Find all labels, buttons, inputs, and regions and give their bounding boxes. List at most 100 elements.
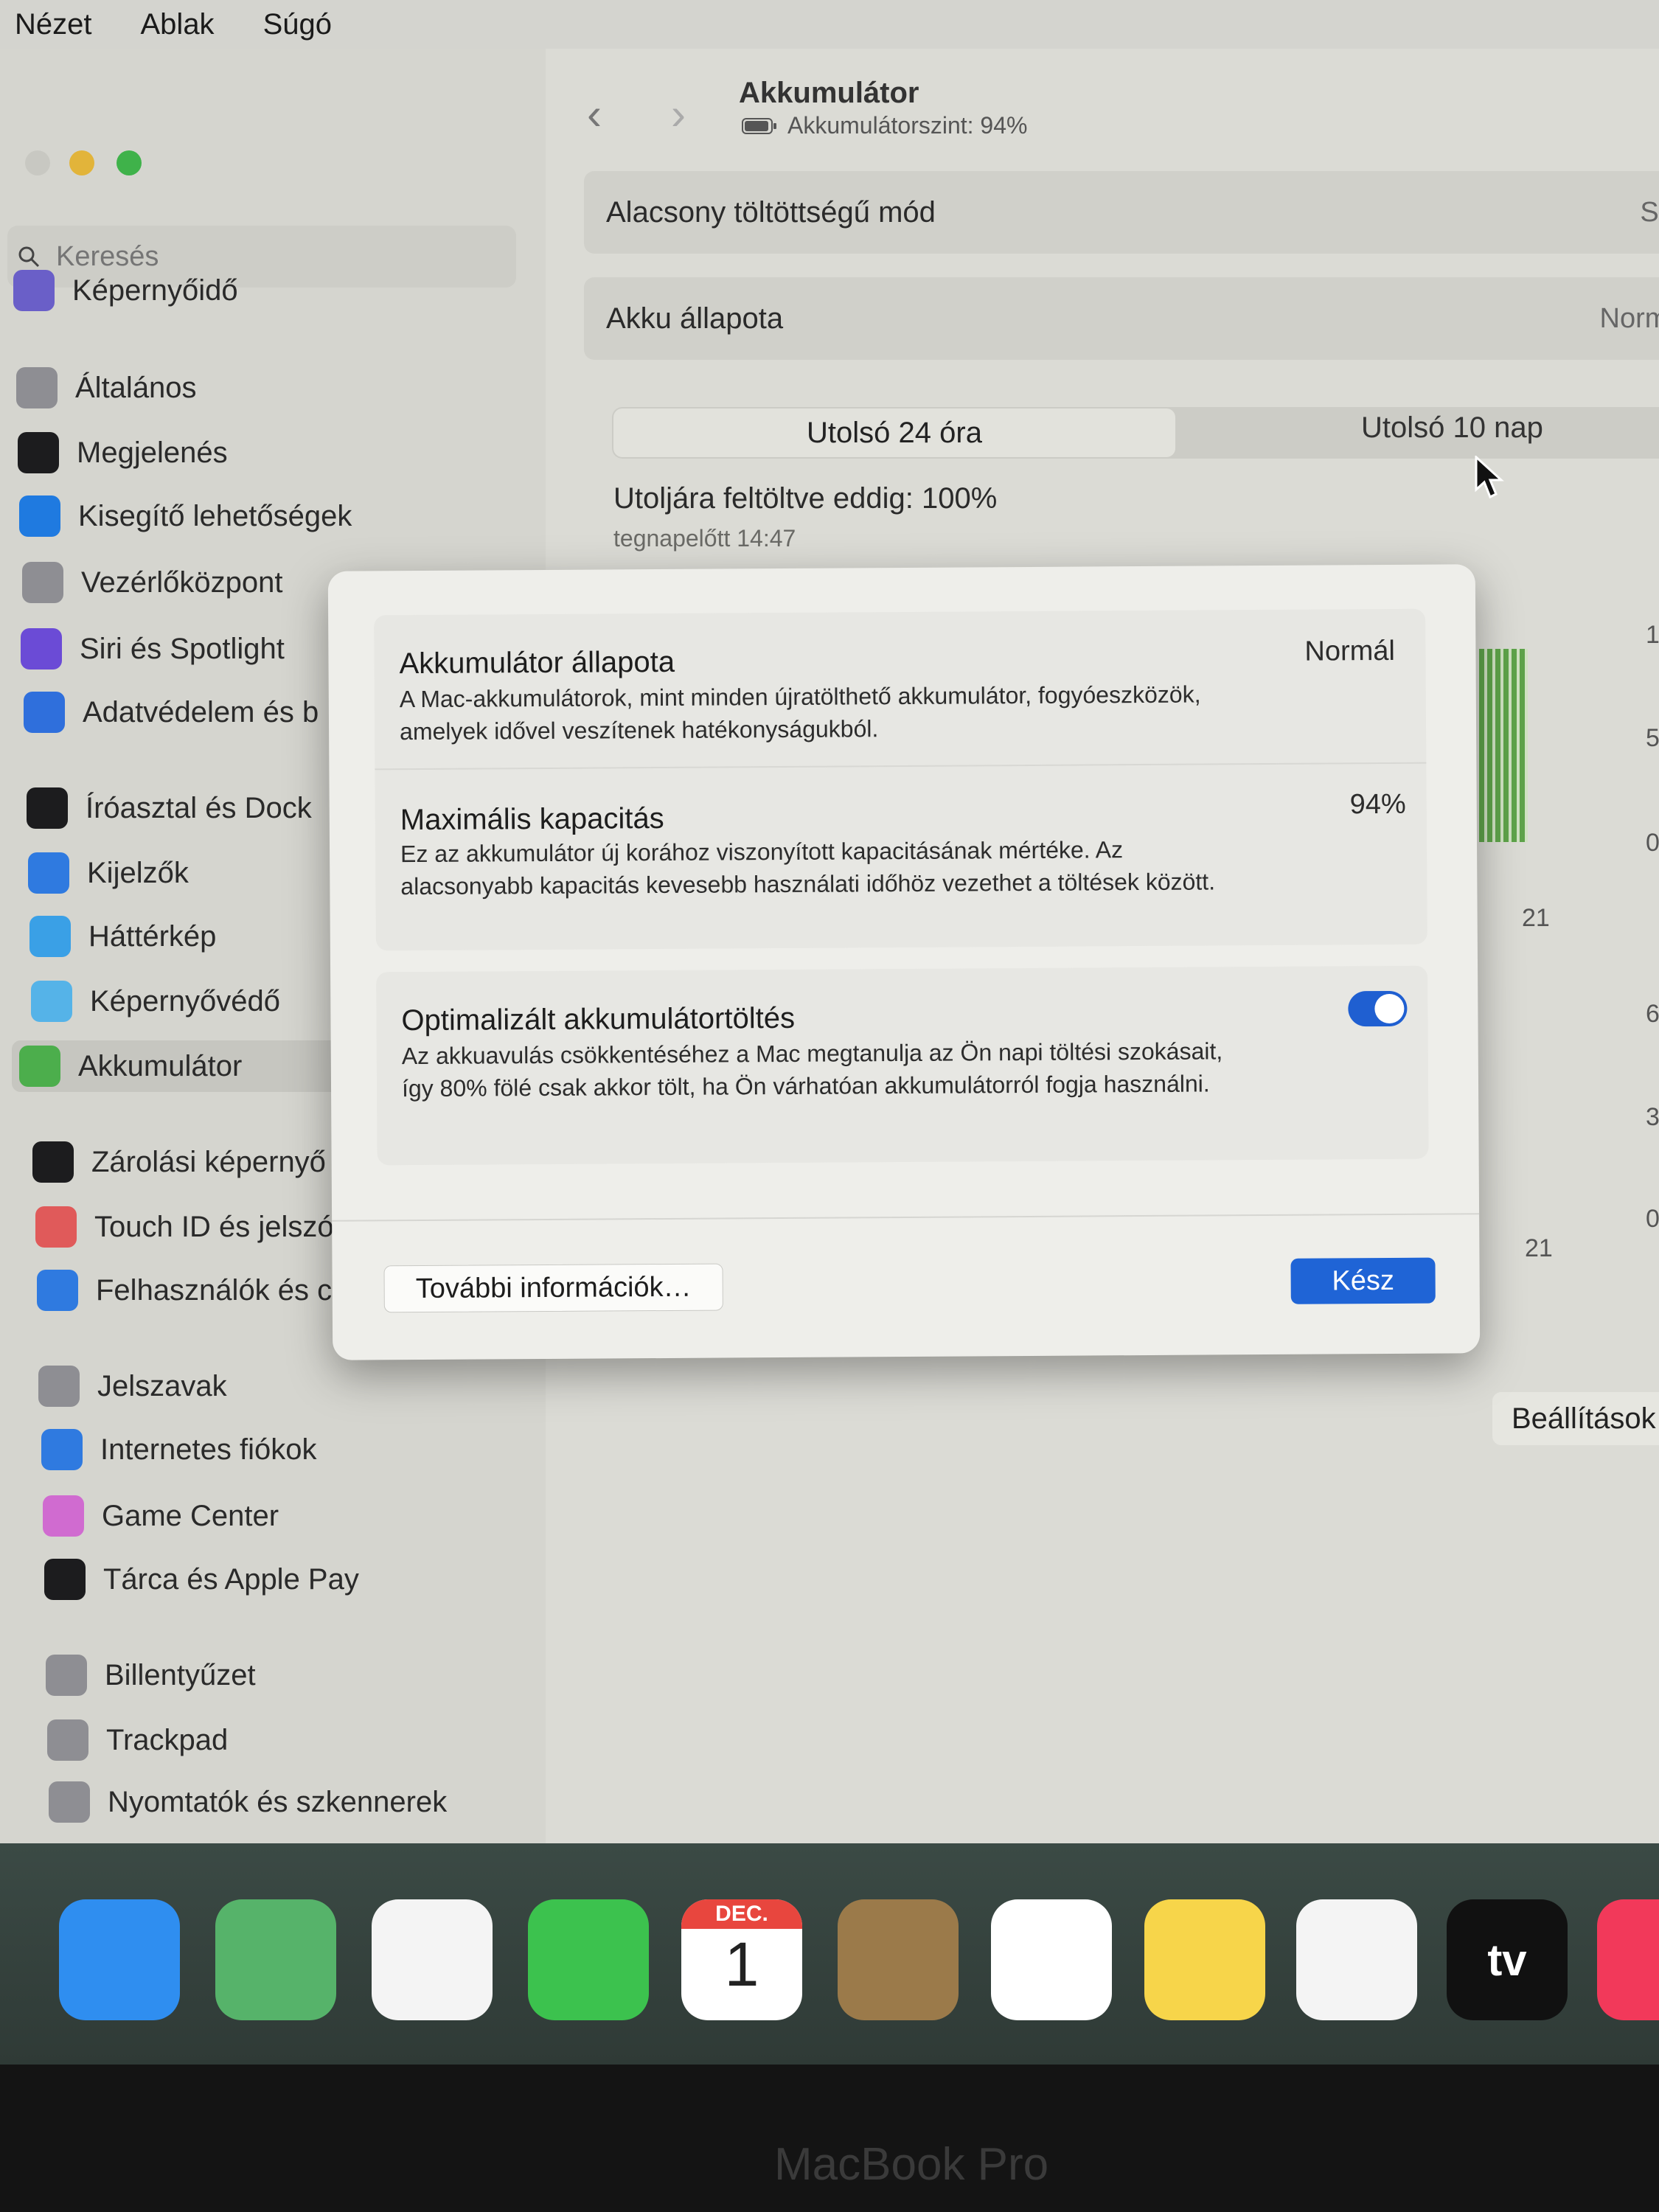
sidebar-item-screensaver[interactable]: Képernyővédő — [31, 975, 280, 1027]
sidebar-item-label: Általános — [75, 371, 197, 404]
close-button[interactable] — [25, 150, 50, 175]
sidebar-item-label: Háttérkép — [88, 919, 217, 953]
sidebar-item-label: Adatvédelem és b — [83, 695, 319, 728]
at-icon — [41, 1429, 83, 1470]
reminders-icon[interactable] — [991, 1899, 1112, 2020]
sidebar-item-key[interactable]: Jelszavak — [38, 1360, 227, 1412]
notes-icon[interactable] — [1144, 1899, 1265, 2020]
calendar-day: 1 — [724, 1930, 759, 1999]
sidebar-item-fingerprint[interactable]: Touch ID és jelszó — [35, 1201, 334, 1253]
freeform-icon[interactable] — [1296, 1899, 1417, 2020]
sidebar-item-trackpad[interactable]: Trackpad — [47, 1714, 228, 1766]
chart-axis-label: 3 — [1646, 1103, 1659, 1131]
sidebar-item-label: Touch ID és jelszó — [94, 1210, 334, 1243]
sidebar-item-hourglass[interactable]: Képernyőidő — [13, 265, 238, 316]
tab-last-24-hours[interactable]: Utolsó 24 óra — [613, 408, 1175, 457]
chart-axis-label: 21 — [1522, 904, 1550, 932]
sidebar-item-label: Akkumulátor — [78, 1049, 243, 1082]
sidebar-item-label: Nyomtatók és szkennerek — [108, 1785, 448, 1818]
facetime-icon[interactable] — [528, 1899, 649, 2020]
tv-icon[interactable]: tv — [1447, 1899, 1568, 2020]
page-title: Akkumulátor — [739, 77, 919, 109]
sidebar-item-at[interactable]: Internetes fiókok — [41, 1424, 317, 1475]
chart-axis-label: 21 — [1525, 1234, 1553, 1262]
settings-button[interactable]: Beállítások — [1492, 1392, 1659, 1445]
maps-icon[interactable] — [215, 1899, 336, 2020]
sidebar-item-label: Siri és Spotlight — [80, 632, 285, 665]
optimized-charging-description: Az akkuavulás csökkentéséhez a Mac megta… — [401, 1037, 1223, 1102]
fingerprint-icon — [35, 1206, 77, 1248]
sidebar-item-keyboard[interactable]: Billentyűzet — [46, 1649, 256, 1701]
sidebar-item-accessibility[interactable]: Kisegítő lehetőségek — [19, 490, 352, 542]
sidebar-item-label: Trackpad — [106, 1723, 229, 1756]
sidebar-item-gear[interactable]: Általános — [16, 362, 197, 414]
more-info-button[interactable]: További információk… — [383, 1263, 723, 1313]
sidebar-item-label: Kisegítő lehetőségek — [78, 499, 352, 532]
printer-icon — [49, 1781, 90, 1823]
last-charged-text: Utoljára feltöltve eddig: 100% — [613, 482, 998, 515]
battery-health-label: Akku állapota — [606, 302, 784, 335]
accessibility-icon — [19, 495, 60, 537]
chart-axis-label: 6 — [1646, 1000, 1659, 1028]
sidebar-item-control-center[interactable]: Vezérlőközpont — [22, 557, 283, 608]
hourglass-icon — [13, 270, 55, 311]
sidebar-item-label: Megjelenés — [77, 436, 228, 469]
keyboard-icon — [46, 1655, 87, 1696]
menu-view[interactable]: Nézet — [15, 8, 92, 41]
sidebar-item-siri[interactable]: Siri és Spotlight — [21, 623, 285, 675]
sidebar-item-label: Képernyőidő — [72, 274, 238, 307]
low-power-mode-row[interactable]: Alacsony töltöttségű mód Soh — [584, 171, 1659, 254]
contacts-icon[interactable] — [838, 1899, 959, 2020]
mouse-pointer-icon — [1475, 456, 1504, 499]
menu-help[interactable]: Súgó — [263, 8, 332, 41]
sidebar-item-label: Jelszavak — [97, 1369, 227, 1402]
sidebar-item-label: Billentyűzet — [105, 1658, 256, 1691]
users-icon — [37, 1270, 78, 1311]
calendar-month: DEC. — [681, 1899, 802, 1929]
calendar-icon[interactable]: DEC. 1 — [681, 1899, 802, 2020]
control-center-icon — [22, 562, 63, 603]
music-icon[interactable] — [1597, 1899, 1659, 2020]
key-icon — [38, 1366, 80, 1407]
display-icon — [28, 852, 69, 894]
sidebar-item-lock[interactable]: Zárolási képernyő — [32, 1136, 326, 1188]
laptop-brand-label: MacBook Pro — [774, 2139, 1049, 2190]
sidebar-item-hand[interactable]: Adatvédelem és b — [24, 686, 319, 738]
menu-window[interactable]: Ablak — [141, 8, 215, 41]
sidebar-item-game-center[interactable]: Game Center — [43, 1490, 279, 1542]
sidebar-item-label: Vezérlőközpont — [81, 566, 283, 599]
minimize-button[interactable] — [69, 150, 94, 175]
sidebar-item-printer[interactable]: Nyomtatók és szkennerek — [49, 1776, 447, 1828]
tv-label: tv — [1487, 1935, 1527, 1985]
chart-axis-label: 0 — [1646, 829, 1659, 857]
optimized-charging-toggle[interactable] — [1348, 990, 1408, 1027]
sidebar-item-display[interactable]: Kijelzők — [28, 847, 189, 899]
chart-axis-label: 5 — [1646, 724, 1659, 752]
photos-icon[interactable] — [372, 1899, 493, 2020]
low-power-mode-value[interactable]: Soh — [1640, 197, 1659, 229]
sidebar-item-appearance[interactable]: Megjelenés — [18, 427, 228, 479]
toggle-knob — [1374, 993, 1405, 1024]
tab-last-10-days[interactable]: Utolsó 10 nap — [1361, 411, 1543, 445]
siri-icon — [21, 628, 62, 669]
sidebar-item-label: Íróasztal és Dock — [86, 791, 312, 824]
wallpaper-icon — [29, 916, 71, 957]
back-arrow-icon[interactable]: ‹ — [587, 88, 602, 139]
sidebar-item-label: Képernyővédő — [90, 984, 280, 1018]
battery-health-row[interactable]: Akku állapota Normál — [584, 277, 1659, 360]
zoom-button[interactable] — [116, 150, 142, 175]
sidebar-item-label: Felhasználók és c — [96, 1273, 333, 1307]
gear-icon — [16, 367, 58, 408]
sidebar-item-dock[interactable]: Íróasztal és Dock — [27, 782, 312, 834]
sidebar-item-wallpaper[interactable]: Háttérkép — [29, 911, 216, 962]
sidebar-item-label: Zárolási képernyő — [91, 1145, 326, 1178]
mail-icon[interactable] — [59, 1899, 180, 2020]
forward-arrow-icon[interactable]: › — [671, 88, 686, 139]
done-button[interactable]: Kész — [1290, 1257, 1436, 1304]
chart-axis-label: 0 — [1646, 1205, 1659, 1233]
chart-axis-label: 1 — [1646, 621, 1659, 649]
sidebar-item-users[interactable]: Felhasználók és c — [37, 1265, 332, 1316]
sidebar-item-wallet[interactable]: Tárca és Apple Pay — [44, 1554, 359, 1605]
dock-icon — [27, 787, 68, 829]
sidebar-item-label: Tárca és Apple Pay — [103, 1562, 359, 1596]
